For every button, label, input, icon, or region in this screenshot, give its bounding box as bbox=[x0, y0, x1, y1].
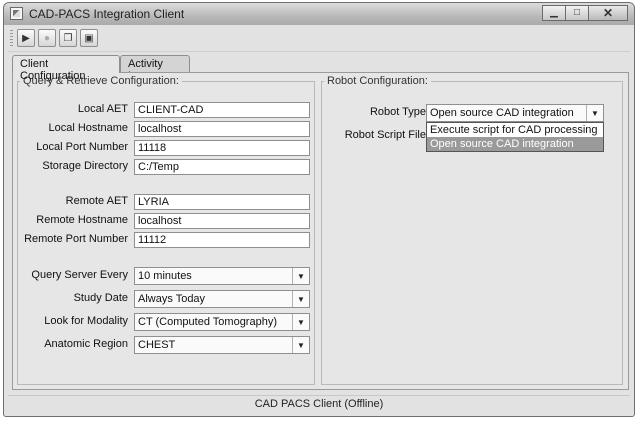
remote-aet-label: Remote AET bbox=[65, 195, 128, 207]
maximize-icon: □ bbox=[573, 7, 581, 18]
chevron-down-icon[interactable]: ▼ bbox=[292, 268, 309, 284]
remote-hostname-label: Remote Hostname bbox=[36, 214, 128, 226]
query-every-select[interactable]: 10 minutes ▼ bbox=[134, 267, 310, 285]
local-hostname-label: Local Hostname bbox=[48, 122, 129, 134]
chevron-down-icon[interactable]: ▼ bbox=[292, 337, 309, 353]
minimize-button[interactable]: ▁ bbox=[542, 5, 566, 21]
local-aet-input[interactable]: CLIENT-CAD bbox=[134, 102, 310, 118]
storage-directory-input[interactable]: C:/Temp bbox=[134, 159, 310, 175]
maximize-button[interactable]: □ bbox=[565, 5, 589, 21]
local-port-label: Local Port Number bbox=[36, 141, 128, 153]
robot-type-select[interactable]: Open source CAD integration ▼ bbox=[426, 104, 604, 122]
minimize-icon: ▁ bbox=[550, 7, 558, 18]
robot-script-label: Robot Script File bbox=[344, 129, 426, 141]
main-window: CAD-PACS Integration Client ▁ □ ✕ ▶ ● ❐ … bbox=[3, 2, 635, 417]
window-title: CAD-PACS Integration Client bbox=[29, 7, 185, 21]
local-aet-label: Local AET bbox=[77, 103, 128, 115]
anatomic-region-select[interactable]: CHEST ▼ bbox=[134, 336, 310, 354]
save-button[interactable]: ▣ bbox=[80, 29, 98, 47]
robot-config-panel: Robot Configuration: Robot Type Open sou… bbox=[321, 75, 623, 385]
anatomic-region-value: CHEST bbox=[138, 339, 176, 351]
dropdown-option-selected[interactable]: Open source CAD integration bbox=[427, 137, 603, 151]
storage-directory-label: Storage Directory bbox=[42, 160, 128, 172]
anatomic-region-label: Anatomic Region bbox=[44, 338, 128, 350]
app-icon bbox=[10, 7, 23, 20]
tab-activity-log[interactable]: Activity Log bbox=[120, 55, 190, 82]
study-date-select[interactable]: Always Today ▼ bbox=[134, 290, 310, 308]
close-button[interactable]: ✕ bbox=[588, 5, 628, 21]
remote-aet-input[interactable]: LYRIA bbox=[134, 194, 310, 210]
toolbar-grip-icon[interactable] bbox=[10, 30, 13, 47]
status-bar: CAD PACS Client (Offline) bbox=[8, 395, 630, 414]
toolbar: ▶ ● ❐ ▣ bbox=[8, 26, 630, 52]
modality-label: Look for Modality bbox=[44, 315, 128, 327]
remote-port-input[interactable]: 11112 bbox=[134, 232, 310, 248]
close-icon: ✕ bbox=[602, 6, 614, 20]
stop-button[interactable]: ● bbox=[38, 29, 56, 47]
panel-title: Robot Configuration: bbox=[324, 75, 431, 87]
modality-value: CT (Computed Tomography) bbox=[138, 316, 277, 328]
save-icon: ▣ bbox=[84, 32, 94, 44]
dropdown-option[interactable]: Execute script for CAD processing bbox=[427, 123, 603, 137]
play-button[interactable]: ▶ bbox=[17, 29, 35, 47]
chevron-down-icon[interactable]: ▼ bbox=[292, 291, 309, 307]
copy-button[interactable]: ❐ bbox=[59, 29, 77, 47]
chevron-down-icon[interactable]: ▼ bbox=[586, 105, 603, 121]
robot-type-dropdown-list: Execute script for CAD processing Open s… bbox=[426, 122, 604, 152]
query-every-value: 10 minutes bbox=[138, 270, 192, 282]
study-date-label: Study Date bbox=[73, 292, 128, 304]
tab-client-configuration[interactable]: Client Configuration bbox=[12, 55, 120, 82]
query-every-label: Query Server Every bbox=[31, 269, 128, 281]
robot-type-label: Robot Type bbox=[369, 106, 426, 118]
study-date-value: Always Today bbox=[138, 293, 206, 305]
remote-hostname-input[interactable]: localhost bbox=[134, 213, 310, 229]
chevron-down-icon[interactable]: ▼ bbox=[292, 314, 309, 330]
modality-select[interactable]: CT (Computed Tomography) ▼ bbox=[134, 313, 310, 331]
tab-content: Query & Retrieve Configuration: Local AE… bbox=[12, 72, 629, 390]
query-retrieve-panel: Query & Retrieve Configuration: Local AE… bbox=[17, 75, 315, 385]
play-icon: ▶ bbox=[22, 32, 30, 44]
title-bar[interactable]: CAD-PACS Integration Client ▁ □ ✕ bbox=[4, 3, 634, 25]
local-port-input[interactable]: 11118 bbox=[134, 140, 310, 156]
copy-icon: ❐ bbox=[63, 32, 73, 44]
local-hostname-input[interactable]: localhost bbox=[134, 121, 310, 137]
remote-port-label: Remote Port Number bbox=[24, 233, 128, 245]
robot-type-value: Open source CAD integration bbox=[430, 107, 574, 119]
stop-icon: ● bbox=[43, 32, 51, 44]
